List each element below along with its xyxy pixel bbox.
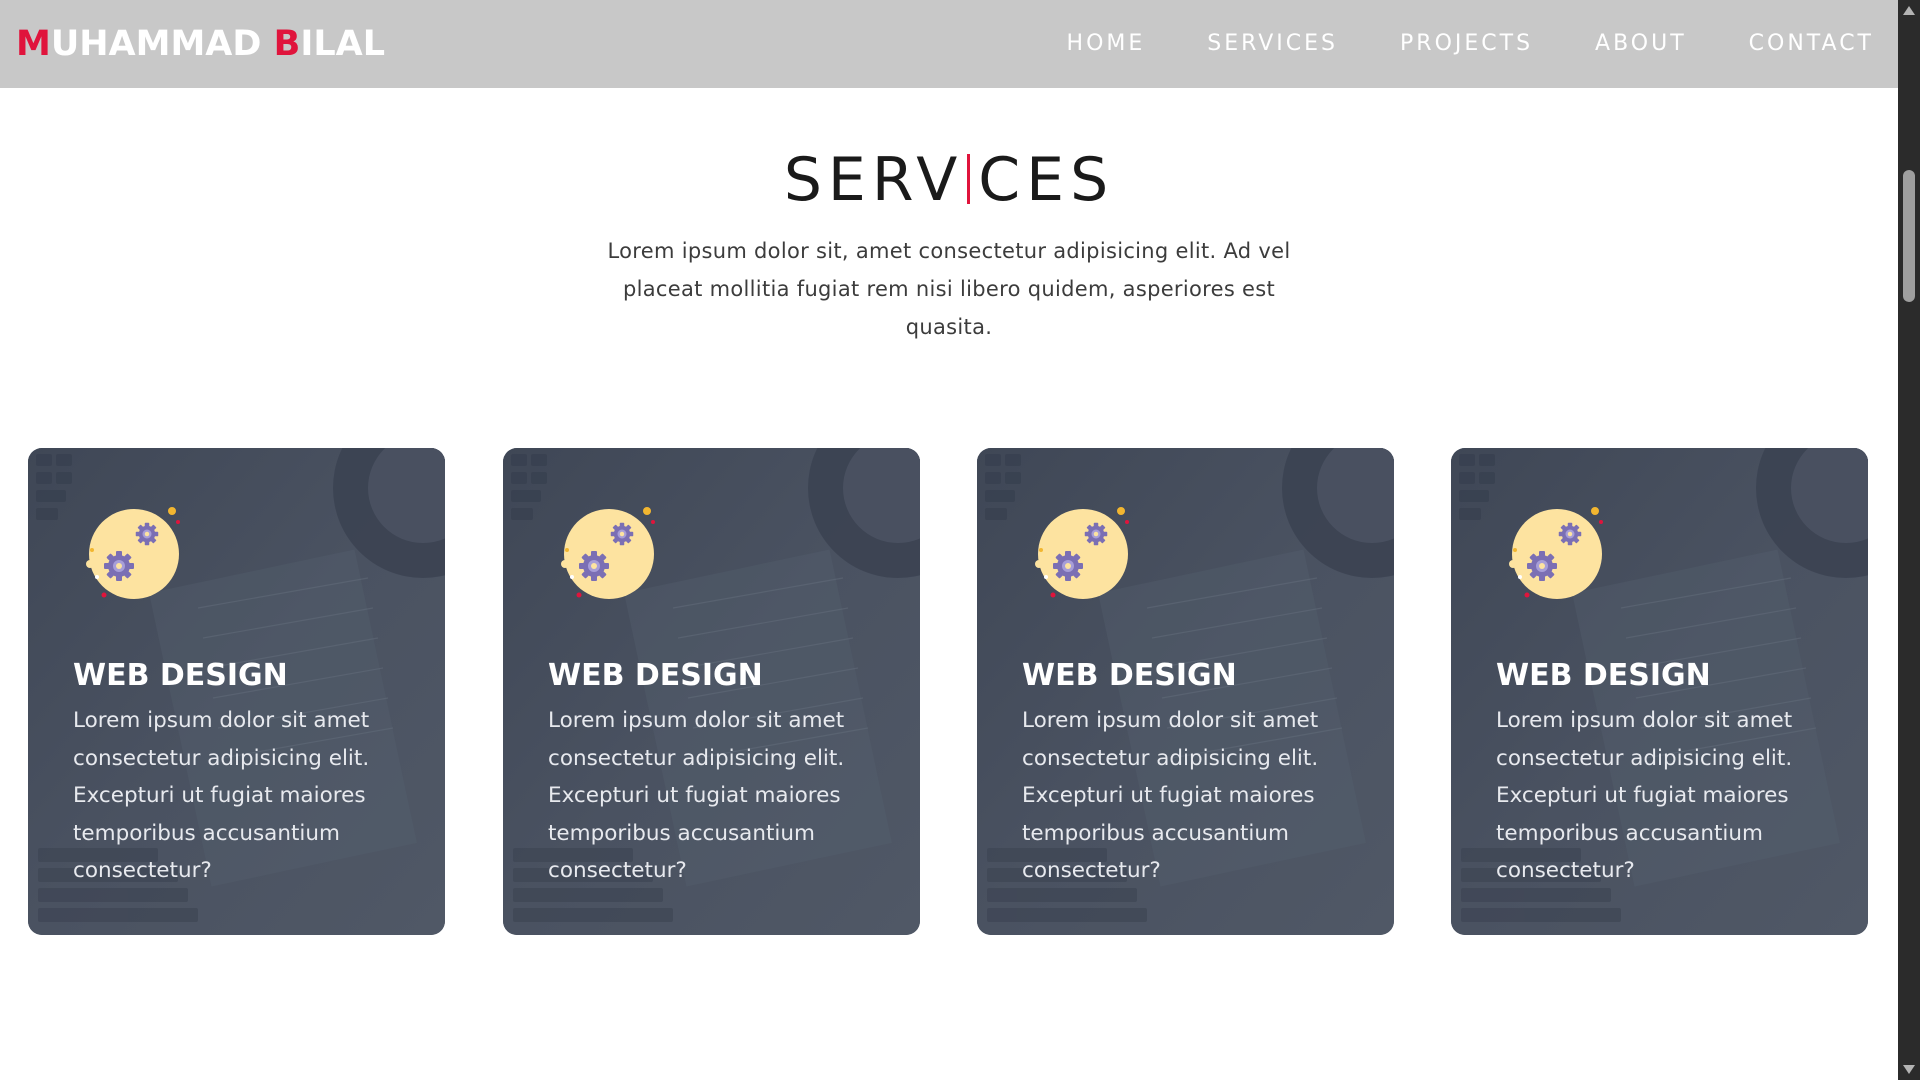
navbar: MUHAMMAD BILAL HOME SERVICES PROJECTS AB… <box>0 0 1898 88</box>
logo-last-rest: ILAL <box>300 24 386 64</box>
nav-contact-link[interactable]: CONTACT <box>1749 28 1874 60</box>
nav-about-link[interactable]: ABOUT <box>1595 28 1687 60</box>
gears-icon <box>1509 507 1603 599</box>
services-description: Lorem ipsum dolor sit, amet consectetur … <box>607 239 1291 339</box>
card-text: Lorem ipsum dolor sit amet consectetur a… <box>73 708 370 883</box>
nav-services-link[interactable]: SERVICES <box>1207 28 1338 60</box>
services-cards: WEB DESIGN Lorem ipsum dolor sit amet co… <box>28 448 1870 935</box>
logo-initial-b: B <box>273 24 301 64</box>
gears-icon <box>561 507 655 599</box>
logo-first-rest: UHAMMAD <box>50 24 274 64</box>
services-title-part2: CES <box>978 145 1115 215</box>
card-title: WEB DESIGN <box>1496 658 1711 693</box>
logo-initial-m: M <box>16 24 51 64</box>
site-logo[interactable]: MUHAMMAD BILAL <box>16 24 385 64</box>
card-text: Lorem ipsum dolor sit amet consectetur a… <box>1022 708 1319 883</box>
nav-home-link[interactable]: HOME <box>1067 28 1146 60</box>
services-title-part1: SERV <box>783 145 964 215</box>
main-nav: HOME SERVICES PROJECTS ABOUT CONTACT <box>1005 28 1874 60</box>
service-card[interactable]: WEB DESIGN Lorem ipsum dolor sit amet co… <box>1451 448 1868 935</box>
service-card[interactable]: WEB DESIGN Lorem ipsum dolor sit amet co… <box>977 448 1394 935</box>
card-text: Lorem ipsum dolor sit amet consectetur a… <box>548 708 845 883</box>
nav-projects-link[interactable]: PROJECTS <box>1400 28 1533 60</box>
services-title: SERV CES <box>0 142 1898 218</box>
card-title: WEB DESIGN <box>1022 658 1237 693</box>
card-text: Lorem ipsum dolor sit amet consectetur a… <box>1496 708 1793 883</box>
page-scrollbar[interactable] <box>1898 0 1920 1080</box>
gears-icon <box>1035 507 1129 599</box>
scroll-thumb[interactable] <box>1903 170 1915 302</box>
service-card[interactable]: WEB DESIGN Lorem ipsum dolor sit amet co… <box>503 448 920 935</box>
gears-icon <box>86 507 180 599</box>
card-title: WEB DESIGN <box>73 658 288 693</box>
title-accent-bar <box>967 154 971 204</box>
scroll-up-arrow-icon[interactable] <box>1903 6 1915 15</box>
scroll-down-arrow-icon[interactable] <box>1903 1065 1915 1074</box>
card-title: WEB DESIGN <box>548 658 763 693</box>
service-card[interactable]: WEB DESIGN Lorem ipsum dolor sit amet co… <box>28 448 445 935</box>
